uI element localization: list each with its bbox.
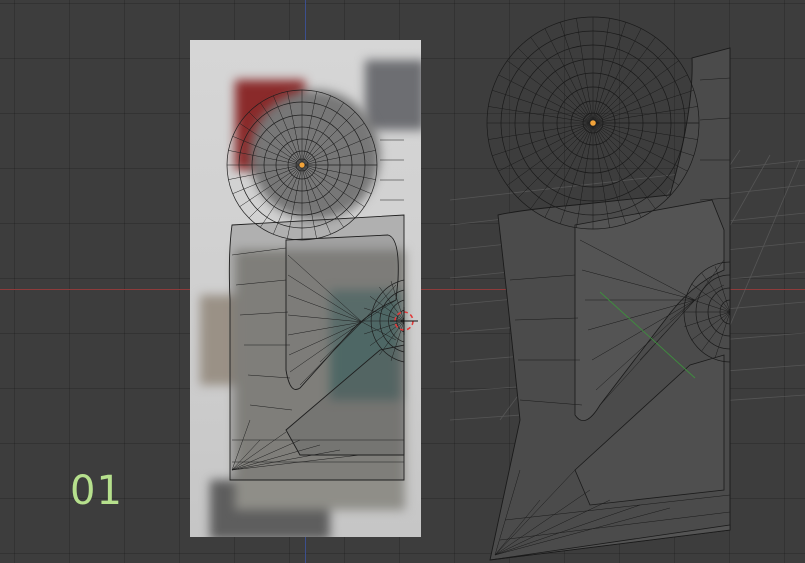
step-number-label: 01 xyxy=(70,468,123,514)
3d-viewport[interactable]: 01 xyxy=(0,0,805,563)
